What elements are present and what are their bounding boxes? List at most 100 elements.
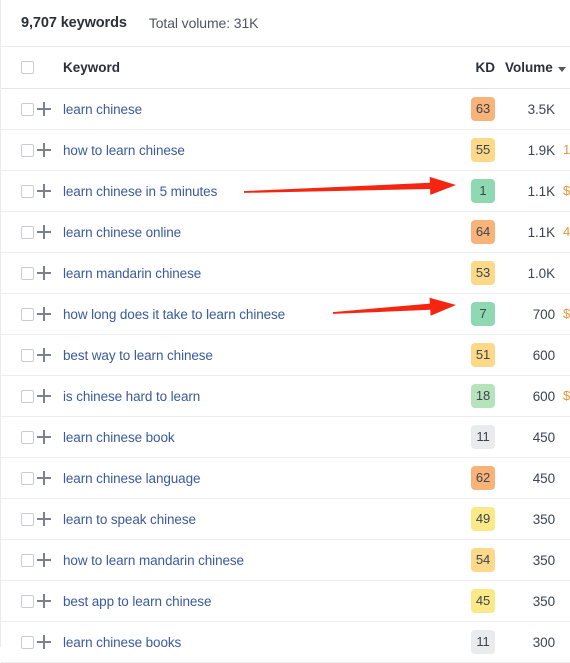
- row-select-cell[interactable]: [1, 621, 37, 663]
- row-add-cell[interactable]: [37, 334, 59, 376]
- plus-icon[interactable]: [37, 553, 51, 567]
- plus-icon[interactable]: [37, 307, 51, 321]
- row-checkbox-icon[interactable]: [21, 348, 34, 362]
- keyword-cell[interactable]: best way to learn chinese: [59, 334, 457, 376]
- row-add-cell[interactable]: [37, 457, 59, 499]
- keyword-link[interactable]: how to learn chinese: [63, 143, 185, 158]
- row-add-cell[interactable]: [37, 88, 59, 130]
- keyword-link[interactable]: best app to learn chinese: [63, 594, 211, 609]
- row-add-cell[interactable]: [37, 211, 59, 253]
- row-select-cell[interactable]: [1, 211, 37, 253]
- keyword-link[interactable]: learn chinese online: [63, 225, 181, 240]
- plus-icon[interactable]: [37, 512, 51, 526]
- row-checkbox-icon[interactable]: [21, 471, 34, 485]
- row-add-cell[interactable]: [37, 621, 59, 663]
- table-row[interactable]: learn mandarin chinese 53 1.0K: [1, 252, 570, 294]
- table-row[interactable]: learn chinese in 5 minutes 1 1.1K $: [1, 170, 570, 212]
- plus-icon[interactable]: [37, 143, 51, 157]
- keyword-cell[interactable]: is chinese hard to learn: [59, 375, 457, 417]
- keyword-link[interactable]: learn chinese: [63, 102, 142, 117]
- row-add-cell[interactable]: [37, 539, 59, 581]
- row-checkbox-icon[interactable]: [21, 143, 34, 157]
- row-select-cell[interactable]: [1, 170, 37, 212]
- row-add-cell[interactable]: [37, 293, 59, 335]
- keyword-link[interactable]: learn chinese in 5 minutes: [63, 184, 217, 199]
- row-select-cell[interactable]: [1, 416, 37, 458]
- table-row[interactable]: how to learn mandarin chinese 54 350: [1, 539, 570, 581]
- row-checkbox-icon[interactable]: [21, 512, 34, 526]
- keyword-link[interactable]: learn to speak chinese: [63, 512, 196, 527]
- caret-down-icon[interactable]: [557, 66, 566, 72]
- keyword-column-header[interactable]: Keyword: [59, 47, 457, 89]
- keyword-link[interactable]: how to learn mandarin chinese: [63, 553, 244, 568]
- keyword-cell[interactable]: learn chinese language: [59, 457, 457, 499]
- row-select-cell[interactable]: [1, 539, 37, 581]
- keyword-cell[interactable]: learn chinese books: [59, 621, 457, 663]
- row-add-cell[interactable]: [37, 498, 59, 540]
- row-checkbox-icon[interactable]: [21, 307, 34, 321]
- plus-icon[interactable]: [37, 102, 51, 116]
- row-select-cell[interactable]: [1, 129, 37, 171]
- select-all-header[interactable]: [1, 47, 37, 89]
- keyword-cell[interactable]: learn chinese: [59, 88, 457, 130]
- row-add-cell[interactable]: [37, 129, 59, 171]
- table-row[interactable]: best way to learn chinese 51 600: [1, 334, 570, 376]
- keyword-link[interactable]: learn chinese books: [63, 635, 181, 650]
- row-select-cell[interactable]: [1, 498, 37, 540]
- select-all-checkbox-icon[interactable]: [21, 61, 34, 74]
- keyword-link[interactable]: best way to learn chinese: [63, 348, 213, 363]
- keyword-cell[interactable]: learn to speak chinese: [59, 498, 457, 540]
- row-select-cell[interactable]: [1, 88, 37, 130]
- keyword-cell[interactable]: how to learn chinese: [59, 129, 457, 171]
- volume-column-header[interactable]: Volume: [505, 47, 566, 89]
- plus-icon[interactable]: [37, 471, 51, 485]
- row-add-cell[interactable]: [37, 375, 59, 417]
- table-row[interactable]: learn chinese online 64 1.1K 4: [1, 211, 570, 253]
- row-select-cell[interactable]: [1, 334, 37, 376]
- row-select-cell[interactable]: [1, 252, 37, 294]
- row-select-cell[interactable]: [1, 457, 37, 499]
- table-row[interactable]: best app to learn chinese 45 350: [1, 580, 570, 622]
- keyword-cell[interactable]: learn chinese in 5 minutes: [59, 170, 457, 212]
- row-checkbox-icon[interactable]: [21, 266, 34, 280]
- row-select-cell[interactable]: [1, 580, 37, 622]
- table-row[interactable]: is chinese hard to learn 18 600 $: [1, 375, 570, 417]
- table-row[interactable]: learn chinese 63 3.5K: [1, 88, 570, 130]
- row-checkbox-icon[interactable]: [21, 225, 34, 239]
- plus-icon[interactable]: [37, 225, 51, 239]
- row-select-cell[interactable]: [1, 375, 37, 417]
- keyword-cell[interactable]: best app to learn chinese: [59, 580, 457, 622]
- row-checkbox-icon[interactable]: [21, 389, 34, 403]
- table-row[interactable]: learn to speak chinese 49 350: [1, 498, 570, 540]
- keyword-link[interactable]: learn chinese language: [63, 471, 201, 486]
- plus-icon[interactable]: [37, 184, 51, 198]
- keyword-cell[interactable]: learn chinese book: [59, 416, 457, 458]
- keyword-link[interactable]: learn chinese book: [63, 430, 175, 445]
- kd-column-header[interactable]: KD: [457, 47, 505, 89]
- row-add-cell[interactable]: [37, 170, 59, 212]
- keyword-link[interactable]: is chinese hard to learn: [63, 389, 200, 404]
- plus-icon[interactable]: [37, 430, 51, 444]
- row-checkbox-icon[interactable]: [21, 102, 34, 116]
- row-checkbox-icon[interactable]: [21, 553, 34, 567]
- table-row[interactable]: learn chinese book 11 450: [1, 416, 570, 458]
- row-checkbox-icon[interactable]: [21, 594, 34, 608]
- row-select-cell[interactable]: [1, 293, 37, 335]
- keyword-link[interactable]: how long does it take to learn chinese: [63, 307, 285, 322]
- row-add-cell[interactable]: [37, 416, 59, 458]
- plus-icon[interactable]: [37, 348, 51, 362]
- table-row[interactable]: learn chinese language 62 450: [1, 457, 570, 499]
- keyword-cell[interactable]: how to learn mandarin chinese: [59, 539, 457, 581]
- row-checkbox-icon[interactable]: [21, 184, 34, 198]
- plus-icon[interactable]: [37, 389, 51, 403]
- row-add-cell[interactable]: [37, 580, 59, 622]
- row-checkbox-icon[interactable]: [21, 430, 34, 444]
- keyword-cell[interactable]: learn chinese online: [59, 211, 457, 253]
- row-add-cell[interactable]: [37, 252, 59, 294]
- plus-icon[interactable]: [37, 594, 51, 608]
- table-row[interactable]: learn chinese books 11 300: [1, 621, 570, 663]
- keyword-link[interactable]: learn mandarin chinese: [63, 266, 201, 281]
- keyword-cell[interactable]: learn mandarin chinese: [59, 252, 457, 294]
- table-row[interactable]: how long does it take to learn chinese 7 7…: [1, 293, 570, 335]
- plus-icon[interactable]: [37, 266, 51, 280]
